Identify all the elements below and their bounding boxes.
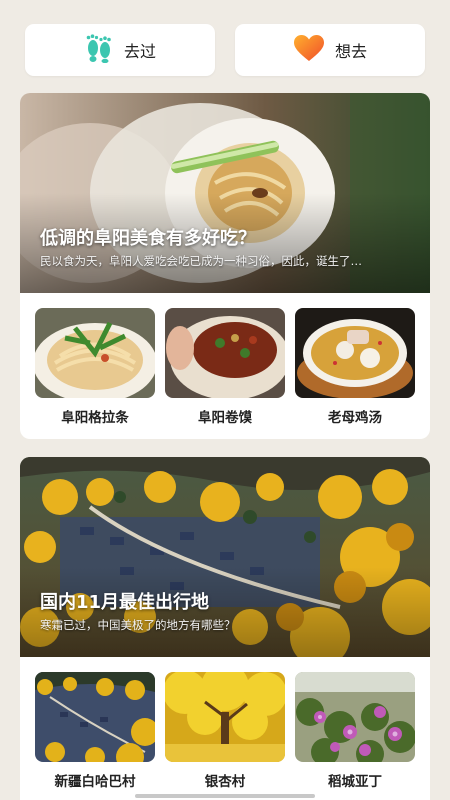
article-hero-travel[interactable]: 国内11月最佳出行地 寒霜已过，中国美极了的地方有哪些？ (20, 457, 430, 657)
visited-label: 去过 (123, 42, 156, 61)
top-buttons: 去过 想去 (25, 24, 425, 76)
visited-button[interactable]: 去过 (25, 24, 215, 76)
want-to-go-label: 想去 (334, 42, 367, 61)
article-card-food[interactable]: 低调的阜阳美食有多好吃？ 民以食为天，阜阳人爱吃会吃已成为一种习俗，因此，诞生了… (20, 93, 430, 439)
chicken-soup-photo (295, 308, 415, 398)
gela-noodles-photo (35, 308, 155, 398)
list-item-label: 阜阳格拉条 (61, 410, 129, 426)
article-hero-food[interactable]: 低调的阜阳美食有多好吃？ 民以食为天，阜阳人爱吃会吃已成为一种习俗，因此，诞生了… (20, 93, 430, 293)
home-indicator[interactable] (135, 794, 315, 798)
destination-list: 新疆白哈巴村 银杏村 稻城亚丁 (20, 657, 430, 790)
list-item[interactable]: 阜阳卷馍 (165, 308, 285, 426)
baihaba-village-photo (35, 672, 155, 762)
list-item-label: 银杏村 (204, 774, 246, 790)
article-subtitle: 寒霜已过，中国美极了的地方有哪些？ (40, 618, 236, 632)
ginkgo-village-photo (165, 672, 285, 762)
want-to-go-button[interactable]: 想去 (235, 24, 425, 76)
list-item[interactable]: 新疆白哈巴村 (35, 672, 155, 790)
article-title: 国内11月最佳出行地 (40, 592, 210, 613)
list-item-label: 新疆白哈巴村 (54, 774, 136, 790)
list-item[interactable]: 银杏村 (165, 672, 285, 790)
list-item[interactable]: 阜阳格拉条 (35, 308, 155, 426)
list-item-label: 老母鸡汤 (328, 410, 382, 426)
article-title: 低调的阜阳美食有多好吃？ (40, 228, 256, 249)
list-item-label: 稻城亚丁 (328, 774, 382, 790)
article-subtitle: 民以食为天，阜阳人爱吃会吃已成为一种习俗，因此，诞生了… (40, 254, 362, 268)
footprints-icon (84, 33, 114, 67)
food-list: 阜阳格拉条 阜阳卷馍 老母鸡汤 (20, 293, 430, 426)
article-card-travel[interactable]: 国内11月最佳出行地 寒霜已过，中国美极了的地方有哪些？ 新疆白哈巴村 银杏村 … (20, 457, 430, 800)
daocheng-yading-photo (295, 672, 415, 762)
list-item-label: 阜阳卷馍 (198, 410, 252, 426)
rolled-bun-photo (165, 308, 285, 398)
heart-icon (293, 34, 325, 66)
list-item[interactable]: 稻城亚丁 (295, 672, 415, 790)
list-item[interactable]: 老母鸡汤 (295, 308, 415, 426)
